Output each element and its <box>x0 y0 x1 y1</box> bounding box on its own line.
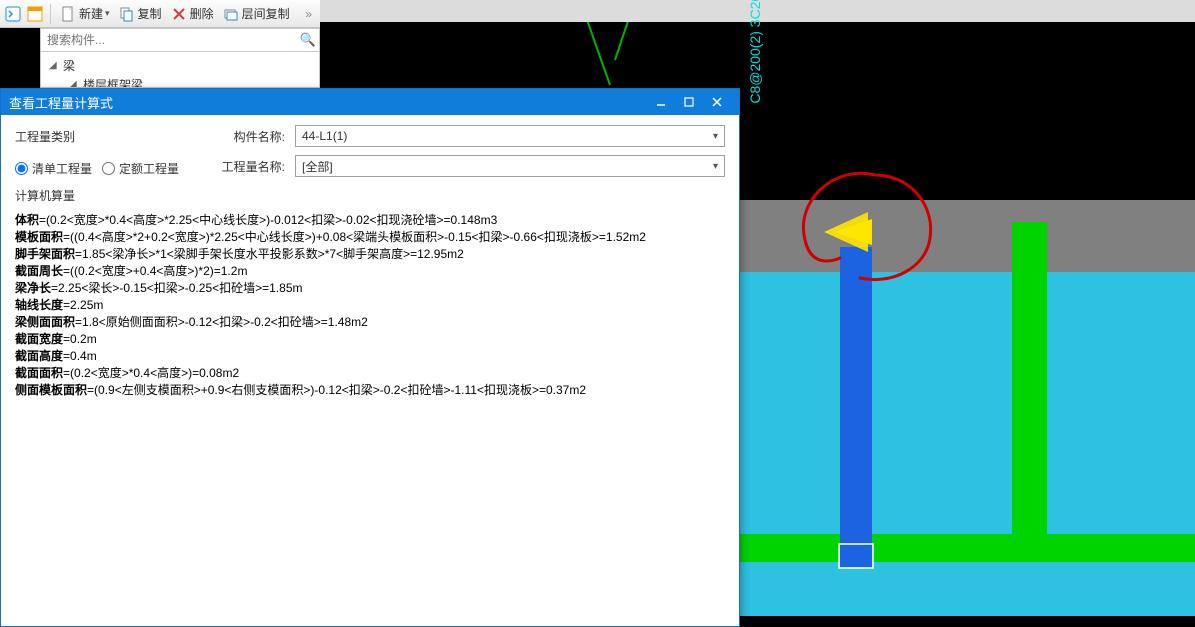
copy-label: 复制 <box>138 5 162 22</box>
calculation-line: 体积=(0.2<宽度>*0.4<高度>*2.25<中心线长度>)-0.012<扣… <box>15 212 725 229</box>
calc-section-title: 计算机算量 <box>1 181 739 206</box>
calculation-line: 截面高度=0.4m <box>15 348 725 365</box>
calculation-line: 侧面模板面积=(0.9<左侧支模面积>+0.9<右侧支模面积>)-0.12<扣梁… <box>15 382 725 399</box>
calculation-line: 截面宽度=0.2m <box>15 331 725 348</box>
quantity-name-select[interactable]: [全部] ▾ <box>295 155 725 177</box>
radio-quota-quantity[interactable]: 定额工程量 <box>102 160 179 177</box>
layer-copy-label: 层间复制 <box>242 5 290 22</box>
rebar-label: C8@200(2) 3C20;2C14 <box>747 0 763 180</box>
component-name-value: 44-L1(1) <box>302 129 347 143</box>
quantity-calc-dialog: 查看工程量计算式 工程量类别 构件名称: 44-L1(1) ▾ 清单工程量 定额… <box>0 88 740 627</box>
calculation-line: 模板面积=((0.4<高度>*2+0.2<宽度>)*2.25<中心线长度>)+0… <box>15 229 725 246</box>
calculation-line: 梁净长=2.25<梁长>-0.15<扣梁>-0.25<扣砼墙>=1.85m <box>15 280 725 297</box>
dialog-title: 查看工程量计算式 <box>9 93 647 112</box>
tree-label: 楼层框架梁 <box>83 76 143 88</box>
delete-button[interactable]: 删除 <box>168 5 216 23</box>
toolbar: 新建 ▾ 复制 删除 层间复制 » <box>0 0 320 28</box>
tree-node-floor-frame-beam[interactable]: ◢ 楼层框架梁 <box>49 75 311 88</box>
delete-icon <box>170 5 188 23</box>
tree-node-beam[interactable]: ◢ 梁 <box>49 56 311 75</box>
radio-list-input[interactable] <box>15 162 28 175</box>
collapse-icon[interactable]: ◢ <box>69 79 79 88</box>
search-icon[interactable]: 🔍 <box>297 32 319 48</box>
chevron-down-icon: ▾ <box>713 161 718 172</box>
search-wrapper: 🔍 <box>40 28 320 52</box>
calculation-line: 截面面积=(0.2<宽度>*0.4<高度>)=0.08m2 <box>15 365 725 382</box>
calculation-line: 脚手架面积=1.85<梁净长>*1<梁脚手架长度水平投影系数>*7<脚手架高度>… <box>15 246 725 263</box>
tree-label: 梁 <box>63 57 75 74</box>
calculation-line: 截面周长=((0.2<宽度>+0.4<高度>)*2)=1.2m <box>15 263 725 280</box>
calculation-list: 体积=(0.2<宽度>*0.4<高度>*2.25<中心线长度>)-0.012<扣… <box>1 206 739 626</box>
minimize-button[interactable] <box>647 91 675 113</box>
layer-copy-icon <box>222 5 240 23</box>
radio-list-label: 清单工程量 <box>32 160 92 177</box>
copy-button[interactable]: 复制 <box>116 5 164 23</box>
layer-copy-button[interactable]: 层间复制 <box>220 5 292 23</box>
radio-quota-input[interactable] <box>102 162 115 175</box>
separator <box>50 4 51 24</box>
quantity-name-label: 工程量名称: <box>205 158 285 175</box>
chevron-down-icon: ▾ <box>105 8 110 19</box>
maximize-button[interactable] <box>675 91 703 113</box>
radio-list-quantity[interactable]: 清单工程量 <box>15 160 92 177</box>
component-name-select[interactable]: 44-L1(1) ▾ <box>295 125 725 147</box>
radio-quota-label: 定额工程量 <box>119 160 179 177</box>
toolbar-expand[interactable]: » <box>301 7 316 21</box>
chevron-down-icon: ▾ <box>713 131 718 142</box>
component-name-label: 构件名称: <box>205 128 285 145</box>
calculation-line: 梁侧面面积=1.8<原始侧面面积>-0.12<扣梁>-0.2<扣砼墙>=1.48… <box>15 314 725 331</box>
console-icon[interactable] <box>4 5 22 23</box>
calculation-line: 轴线长度=2.25m <box>15 297 725 314</box>
layout-icon[interactable] <box>26 5 44 23</box>
dialog-titlebar[interactable]: 查看工程量计算式 <box>1 89 739 115</box>
component-tree[interactable]: ◢ 梁 ◢ 楼层框架梁 <box>40 52 320 88</box>
new-label: 新建 <box>79 5 103 22</box>
new-button[interactable]: 新建 ▾ <box>57 5 112 23</box>
collapse-icon[interactable]: ◢ <box>49 60 59 71</box>
quantity-name-value: [全部] <box>302 158 333 175</box>
new-icon <box>59 5 77 23</box>
search-input[interactable] <box>41 33 297 47</box>
copy-icon <box>118 5 136 23</box>
close-button[interactable] <box>703 91 731 113</box>
category-label: 工程量类别 <box>15 125 195 145</box>
delete-label: 删除 <box>190 5 214 22</box>
